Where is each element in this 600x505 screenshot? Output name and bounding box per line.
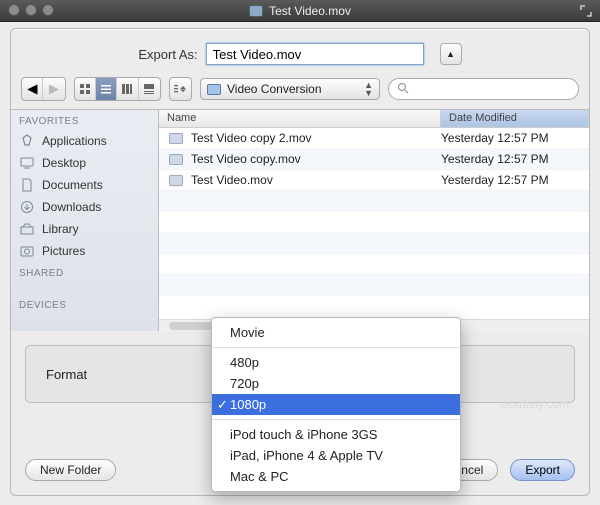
browser-body: FAVORITES Applications Desktop Documents… [11, 109, 589, 331]
sidebar: FAVORITES Applications Desktop Documents… [11, 110, 159, 331]
column-header-date[interactable]: Date Modified [441, 110, 589, 127]
nav-back-forward: ◀ ▶ [21, 77, 66, 101]
export-button[interactable]: Export [510, 459, 575, 481]
search-field[interactable] [388, 78, 579, 100]
folder-icon [207, 84, 221, 95]
sidebar-section-devices: DEVICES [11, 294, 158, 314]
sidebar-item-label: Desktop [42, 156, 86, 170]
window-titlebar: Test Video.mov [0, 0, 600, 22]
format-option[interactable]: iPad, iPhone 4 & Apple TV [212, 445, 460, 466]
downloads-icon [19, 200, 35, 214]
format-option[interactable]: Mac & PC [212, 466, 460, 487]
column-view-button[interactable] [117, 78, 138, 100]
filename-input[interactable] [206, 43, 424, 65]
document-proxy-icon [249, 5, 263, 17]
list-view-button[interactable] [96, 78, 117, 100]
traffic-lights [8, 4, 54, 16]
location-popup[interactable]: Video Conversion ▲▼ [200, 78, 380, 100]
search-icon [397, 82, 409, 97]
file-row-empty [159, 275, 589, 296]
file-date: Yesterday 12:57 PM [441, 152, 589, 166]
file-date: Yesterday 12:57 PM [441, 131, 589, 145]
format-option[interactable]: iPod touch & iPhone 3GS [212, 424, 460, 445]
applications-icon [19, 134, 35, 148]
sidebar-item-label: Pictures [42, 244, 85, 258]
column-header-name[interactable]: Name [159, 110, 441, 127]
documents-icon [19, 178, 35, 192]
file-rows: Test Video copy 2.mov Yesterday 12:57 PM… [159, 128, 589, 319]
movie-file-icon [169, 154, 183, 165]
file-row-empty [159, 212, 589, 233]
coverflow-view-button[interactable] [139, 78, 160, 100]
file-name: Test Video copy.mov [191, 152, 301, 166]
back-button[interactable]: ◀ [22, 78, 43, 100]
fullscreen-icon[interactable] [580, 5, 592, 17]
menu-separator [212, 419, 460, 420]
sidebar-item-pictures[interactable]: Pictures [11, 240, 158, 262]
pictures-icon [19, 244, 35, 258]
library-icon [19, 222, 35, 236]
watermark-text: osxdaily.com [501, 397, 569, 411]
browser-toolbar: ◀ ▶ Video Conversion ▲▼ [11, 77, 589, 109]
format-option[interactable]: Movie [212, 322, 460, 343]
file-name: Test Video.mov [191, 173, 273, 187]
file-row-empty [159, 254, 589, 275]
location-label: Video Conversion [227, 82, 322, 96]
arrange-segment [169, 77, 192, 101]
format-option[interactable]: 720p [212, 373, 460, 394]
sidebar-item-library[interactable]: Library [11, 218, 158, 240]
file-row-empty [159, 233, 589, 254]
file-row-empty [159, 191, 589, 212]
format-option-selected[interactable]: 1080p [212, 394, 460, 415]
sidebar-item-label: Applications [42, 134, 107, 148]
file-name: Test Video copy 2.mov [191, 131, 312, 145]
file-date: Yesterday 12:57 PM [441, 173, 589, 187]
icon-view-button[interactable] [75, 78, 96, 100]
sidebar-section-shared: SHARED [11, 262, 158, 282]
sidebar-section-favorites: FAVORITES [11, 110, 158, 130]
menu-separator [212, 347, 460, 348]
file-row[interactable]: Test Video copy.mov Yesterday 12:57 PM [159, 149, 589, 170]
format-label: Format [46, 367, 87, 382]
sidebar-item-label: Documents [42, 178, 103, 192]
forward-button[interactable]: ▶ [43, 78, 64, 100]
expand-toggle-button[interactable]: ▲ [440, 43, 462, 65]
sidebar-item-documents[interactable]: Documents [11, 174, 158, 196]
close-window-icon[interactable] [8, 4, 20, 16]
sidebar-item-downloads[interactable]: Downloads [11, 196, 158, 218]
arrange-button[interactable] [170, 78, 191, 100]
zoom-window-icon[interactable] [42, 4, 54, 16]
file-row[interactable]: Test Video.mov Yesterday 12:57 PM [159, 170, 589, 191]
search-input[interactable] [415, 82, 570, 96]
sidebar-item-desktop[interactable]: Desktop [11, 152, 158, 174]
view-mode-segment [74, 77, 161, 101]
column-headers: Name Date Modified [159, 110, 589, 128]
export-sheet: Export As: ▲ ◀ ▶ Video Conversion ▲▼ [10, 28, 590, 496]
export-as-label: Export As: [138, 47, 197, 62]
movie-file-icon [169, 175, 183, 186]
window-title: Test Video.mov [269, 4, 351, 18]
movie-file-icon [169, 133, 183, 144]
format-dropdown-menu: Movie 480p 720p 1080p iPod touch & iPhon… [211, 317, 461, 492]
chevron-up-down-icon: ▲▼ [364, 81, 373, 97]
sidebar-item-applications[interactable]: Applications [11, 130, 158, 152]
new-folder-button[interactable]: New Folder [25, 459, 116, 481]
file-row[interactable]: Test Video copy 2.mov Yesterday 12:57 PM [159, 128, 589, 149]
sidebar-item-label: Downloads [42, 200, 101, 214]
sidebar-item-label: Library [42, 222, 79, 236]
minimize-window-icon[interactable] [25, 4, 37, 16]
desktop-icon [19, 156, 35, 170]
format-option[interactable]: 480p [212, 352, 460, 373]
export-as-row: Export As: ▲ [11, 29, 589, 77]
file-list: Name Date Modified Test Video copy 2.mov… [159, 110, 589, 331]
